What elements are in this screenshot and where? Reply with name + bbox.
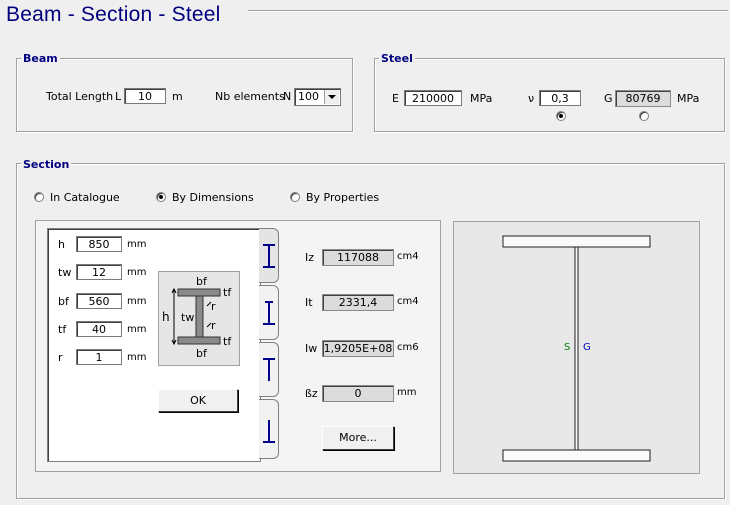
dim-label-h: h xyxy=(58,238,65,251)
dim-label-bf: bf xyxy=(58,295,69,308)
dim-unit-h: mm xyxy=(127,239,147,250)
diagram-label-r1: r xyxy=(211,300,216,313)
length-unit: m xyxy=(172,90,183,103)
ok-button[interactable]: OK xyxy=(158,389,238,412)
dimension-diagram: bf tf h tw r r tf bf xyxy=(158,271,240,366)
beam-group-title: Beam xyxy=(21,52,60,65)
label-in-catalogue: In Catalogue xyxy=(50,191,120,204)
diagram-label-h: h xyxy=(162,310,170,324)
length-input[interactable]: 10 xyxy=(124,88,166,104)
nu-label: ν xyxy=(528,92,535,105)
prop-value-iw: 1,9205E+08 xyxy=(322,340,394,357)
tab-i-section[interactable] xyxy=(259,228,279,283)
diagram-label-r2: r xyxy=(211,319,216,332)
dim-label-r: r xyxy=(58,351,63,364)
page-title: Beam - Section - Steel xyxy=(6,3,221,26)
radio-in-catalogue[interactable] xyxy=(34,192,44,202)
dim-label-tw: tw xyxy=(58,266,72,279)
dropdown-button[interactable] xyxy=(324,90,339,104)
diagram-label-tf-top: tf xyxy=(223,286,232,299)
e-input[interactable]: 210000 xyxy=(404,90,462,106)
centroid-label: G xyxy=(583,342,591,353)
nb-elements-select[interactable]: 100 xyxy=(294,88,341,106)
tab-inverted-t-section[interactable] xyxy=(259,399,279,459)
dim-input-bf[interactable]: 560 xyxy=(76,293,122,309)
g-unit: MPa xyxy=(677,92,700,105)
tab-t-section-down[interactable] xyxy=(259,285,279,340)
prop-value-betaz: 0 xyxy=(322,385,394,402)
nu-input[interactable]: 0,3 xyxy=(539,90,581,106)
dim-unit-tw: mm xyxy=(127,267,147,278)
dim-input-h[interactable]: 850 xyxy=(76,236,122,252)
nb-elements-value: 100 xyxy=(298,90,319,103)
mono-i-section-icon xyxy=(263,301,275,325)
g-radio[interactable] xyxy=(639,111,649,121)
diagram-label-tf-bottom: tf xyxy=(223,335,232,348)
g-value: 80769 xyxy=(615,90,671,107)
section-group-title: Section xyxy=(21,158,72,171)
prop-unit-it: cm4 xyxy=(397,296,419,307)
tab-t-section[interactable] xyxy=(259,342,279,397)
radio-by-dimensions[interactable] xyxy=(156,192,166,202)
more-button[interactable]: More... xyxy=(322,426,394,450)
diagram-label-tw: tw xyxy=(181,311,195,324)
label-by-properties: By Properties xyxy=(306,191,380,204)
dim-input-r[interactable]: 1 xyxy=(76,349,122,365)
diagram-label-bf-bottom: bf xyxy=(196,347,207,360)
shear-center-label: S xyxy=(564,342,571,353)
inverted-t-section-icon xyxy=(263,420,275,443)
e-label: E xyxy=(392,92,399,105)
i-section-icon xyxy=(263,244,275,268)
prop-unit-iw: cm6 xyxy=(397,342,419,353)
dim-input-tw[interactable]: 12 xyxy=(76,264,122,280)
prop-unit-iz: cm4 xyxy=(397,251,419,262)
prop-value-iz: 117088 xyxy=(322,249,394,266)
title-divider xyxy=(248,10,728,12)
dim-unit-tf: mm xyxy=(127,324,147,335)
prop-label-iw: Iw xyxy=(305,342,318,355)
prop-label-it: It xyxy=(305,296,313,309)
dim-label-tf: tf xyxy=(58,323,67,336)
nb-symbol: N xyxy=(283,90,292,103)
section-preview: S G xyxy=(453,221,700,474)
nb-elements-label: Nb elements xyxy=(215,90,285,103)
i-beam-preview-icon xyxy=(502,235,651,462)
prop-label-iz: Iz xyxy=(305,251,315,264)
steel-group-title: Steel xyxy=(379,52,415,65)
total-length-label: Total Length xyxy=(46,90,114,103)
t-section-icon xyxy=(263,358,275,381)
radio-by-properties[interactable] xyxy=(290,192,300,202)
length-symbol: L xyxy=(115,90,122,103)
prop-value-it: 2331,4 xyxy=(322,294,394,311)
prop-label-betaz: ßz xyxy=(305,387,318,400)
dim-input-tf[interactable]: 40 xyxy=(76,321,122,337)
chevron-down-icon xyxy=(328,95,336,99)
diagram-label-bf-top: bf xyxy=(196,275,207,288)
prop-unit-betaz: mm xyxy=(397,387,417,398)
label-by-dimensions: By Dimensions xyxy=(172,191,254,204)
dim-unit-bf: mm xyxy=(127,296,147,307)
nu-radio[interactable] xyxy=(556,111,566,121)
dim-unit-r: mm xyxy=(127,352,147,363)
g-label: G xyxy=(604,92,613,105)
e-unit: MPa xyxy=(470,92,493,105)
